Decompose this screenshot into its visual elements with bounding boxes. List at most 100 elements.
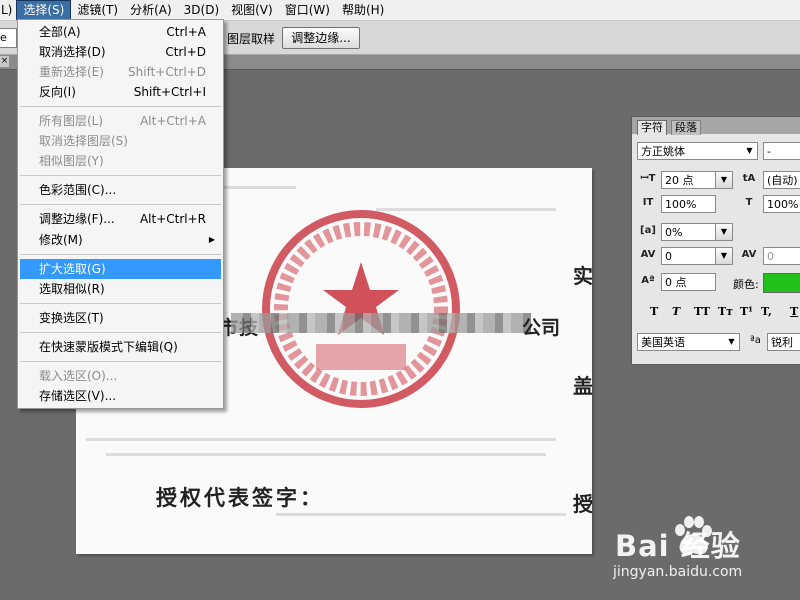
menu-analysis[interactable]: 分析(A) [124, 0, 178, 20]
tsume-icon: [a] [640, 225, 656, 236]
color-label: 颜色: [733, 278, 759, 291]
font-family-select[interactable]: 方正姚体 ▼ [637, 142, 758, 160]
menu-filter[interactable]: 滤镜(T) [71, 0, 124, 20]
character-panel: 字符 段落 方正姚体 ▼ - ꟷT 20 点 ▼ tA (自动) IT 100%… [631, 116, 800, 365]
horizontal-scale-value: 100% [767, 198, 799, 211]
select-menu-dropdown: 全部(A) Ctrl+A 取消选择(D) Ctrl+D 重新选择(E) Shif… [17, 19, 224, 409]
menu-item-label: 相似图层(Y) [39, 154, 104, 168]
menu-item-label: 修改(M) [39, 233, 83, 247]
menu-select[interactable]: 选择(S) [16, 0, 72, 20]
chevron-down-icon: ▼ [728, 337, 735, 346]
watermark-url: jingyan.baidu.com [613, 564, 743, 580]
menu-item-similar[interactable]: 选取相似(R) [20, 279, 221, 299]
menu-separator [20, 361, 221, 362]
tool-preset-field[interactable]: e [0, 28, 17, 48]
menu-item-label: 扩大选取(G) [39, 262, 106, 276]
leading-value: (自动) [767, 174, 798, 187]
font-style-value: - [767, 145, 771, 158]
doc-right-char: 盖 [573, 374, 592, 398]
kerning-dropdown[interactable]: ▼ [715, 247, 733, 265]
subscript-button[interactable]: T, [761, 305, 772, 318]
font-size-dropdown[interactable]: ▼ [715, 171, 733, 189]
vertical-scale-field[interactable]: 100% [661, 195, 716, 213]
text-color-swatch[interactable] [763, 273, 800, 293]
menu-item-modify[interactable]: 修改(M) ▶ [20, 230, 221, 250]
antialias-value: 锐利 [771, 336, 793, 349]
chevron-down-icon: ▼ [746, 146, 753, 155]
kerning-icon: AV [640, 249, 656, 260]
menu-item-inverse[interactable]: 反向(I) Shift+Ctrl+I [20, 82, 221, 102]
menu-item-label: 选取相似(R) [39, 282, 105, 296]
menu-item-deselect-layers[interactable]: 取消选择图层(S) [20, 131, 221, 151]
baseline-shift-field[interactable]: 0 点 [661, 273, 716, 291]
font-family-value: 方正姚体 [641, 145, 685, 158]
leading-field[interactable]: (自动) [763, 171, 800, 189]
menu-separator [20, 332, 221, 333]
menu-view[interactable]: 视图(V) [225, 0, 279, 20]
menu-item-similar-layers[interactable]: 相似图层(Y) [20, 151, 221, 171]
doc-right-char: 实 [573, 264, 592, 288]
superscript-button[interactable]: T¹ [740, 305, 753, 318]
chevron-down-icon: ▼ [716, 224, 732, 240]
menu-item-shortcut: Ctrl+D [165, 45, 206, 59]
watermark-text: Bai 经验 [615, 529, 741, 563]
menu-item-load-selection[interactable]: 载入选区(O)... [20, 366, 221, 386]
menu-3d[interactable]: 3D(D) [178, 0, 225, 20]
horizontal-scale-icon: T [745, 197, 753, 208]
tracking-value: 0 [767, 250, 774, 263]
menu-help[interactable]: 帮助(H) [336, 0, 390, 20]
underline-button[interactable]: T [790, 305, 798, 318]
tracking-field[interactable]: 0 [763, 247, 800, 265]
tab-character[interactable]: 字符 [637, 120, 667, 135]
baidu-jingyan-watermark: Bai 经验 jingyan.baidu.com [612, 512, 800, 592]
refine-edge-button[interactable]: 调整边缘... [282, 27, 360, 49]
menu-separator [20, 175, 221, 176]
menu-item-label: 取消选择(D) [39, 45, 106, 59]
menu-item-label: 取消选择图层(S) [39, 134, 128, 148]
menu-item-label: 调整边缘(F)... [39, 212, 115, 226]
menu-item-save-selection[interactable]: 存储选区(V)... [20, 386, 221, 406]
red-seal-stamp [262, 210, 460, 408]
font-style-select[interactable]: - [763, 142, 800, 160]
menu-item-label: 重新选择(E) [39, 65, 104, 79]
scan-noise [106, 453, 546, 456]
chevron-down-icon: ▼ [716, 248, 732, 264]
antialias-icon: ªa [750, 335, 761, 346]
vertical-scale-value: 100% [665, 198, 697, 211]
faux-bold-button[interactable]: T [650, 305, 658, 318]
leading-icon: tA [742, 173, 756, 184]
redacted-company-name [231, 313, 531, 333]
menu-item-label: 所有图层(L) [39, 114, 104, 128]
faux-italic-button[interactable]: T [672, 305, 680, 318]
tracking-percent-dropdown[interactable]: ▼ [715, 223, 733, 241]
sample-all-layers-label[interactable]: 图层取样 [227, 30, 275, 47]
antialias-select[interactable]: 锐利 [767, 333, 800, 351]
font-size-icon: ꟷT [640, 173, 656, 184]
menu-item-label: 载入选区(O)... [39, 369, 118, 383]
company-name-suffix: 公司 [522, 317, 561, 339]
menu-item-select-all[interactable]: 全部(A) Ctrl+A [20, 22, 221, 42]
horizontal-scale-field[interactable]: 100% [763, 195, 800, 213]
menu-window[interactable]: 窗口(W) [279, 0, 336, 20]
menu-item-label: 反向(I) [39, 85, 76, 99]
tab-paragraph[interactable]: 段落 [671, 120, 701, 135]
menu-item-quick-mask[interactable]: 在快速蒙版模式下编辑(Q) [20, 337, 221, 357]
small-caps-button[interactable]: Tт [718, 305, 733, 318]
menu-item-all-layers[interactable]: 所有图层(L) Alt+Ctrl+A [20, 111, 221, 131]
menu-item-refine-edge[interactable]: 调整边缘(F)... Alt+Ctrl+R [20, 209, 221, 229]
menu-item-color-range[interactable]: 色彩范围(C)... [20, 180, 221, 200]
signature-label: 授权代表签字： [156, 485, 324, 510]
submenu-arrow-icon: ▶ [208, 235, 215, 244]
chevron-down-icon: ▼ [716, 172, 732, 188]
menu-item-shortcut: Shift+Ctrl+I [133, 85, 206, 99]
menu-separator [20, 254, 221, 255]
close-icon[interactable]: × [0, 56, 9, 67]
menu-item-label: 存储选区(V)... [39, 389, 117, 403]
menu-partial-item[interactable]: L) [0, 0, 16, 20]
language-select[interactable]: 美国英语 ▼ [637, 333, 740, 351]
menu-item-deselect[interactable]: 取消选择(D) Ctrl+D [20, 42, 221, 62]
menu-item-transform-selection[interactable]: 变换选区(T) [20, 308, 221, 328]
menu-item-reselect[interactable]: 重新选择(E) Shift+Ctrl+D [20, 62, 221, 82]
menu-item-grow[interactable]: 扩大选取(G) [20, 259, 221, 279]
all-caps-button[interactable]: TT [694, 305, 710, 318]
